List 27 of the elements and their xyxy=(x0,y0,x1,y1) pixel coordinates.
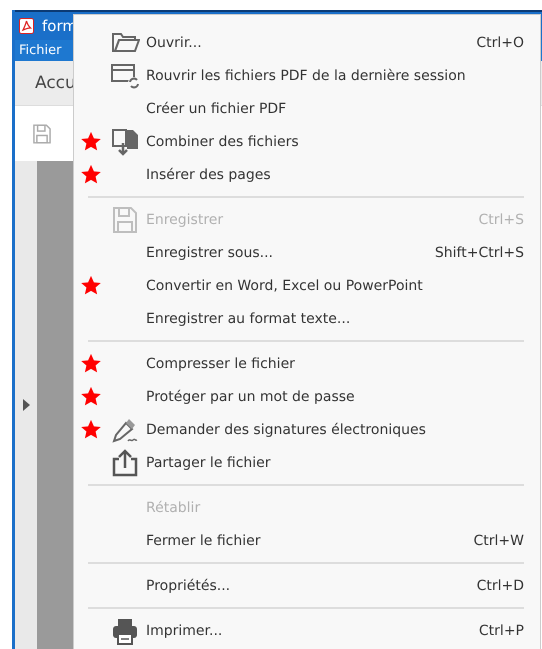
shortcut-label: Ctrl+O xyxy=(476,34,524,50)
shortcut-label: Ctrl+S xyxy=(478,212,524,228)
menu-item[interactable]: Ouvrir... Ctrl+O xyxy=(74,26,540,59)
share-icon xyxy=(110,448,140,478)
menu-item[interactable]: Convertir en Word, Excel ou PowerPoint xyxy=(74,269,540,302)
pdf-app-icon xyxy=(19,18,34,34)
shortcut-label: Ctrl+W xyxy=(474,532,524,548)
menu-item[interactable]: Partager le fichier xyxy=(74,446,540,479)
shortcut-label: Ctrl+D xyxy=(476,578,524,594)
expand-arrow-icon[interactable] xyxy=(22,399,30,411)
menu-item[interactable]: Demander des signatures électroniques xyxy=(74,413,540,446)
menu-item[interactable]: Enregistrer sous... Shift+Ctrl+S xyxy=(74,236,540,269)
save-icon xyxy=(110,204,140,234)
menu-item[interactable]: Compresser le fichier xyxy=(74,347,540,380)
shortcut-label: Ctrl+P xyxy=(478,622,524,638)
menubar-item[interactable]: Fichier xyxy=(19,43,62,58)
menu-item[interactable]: Fermer le fichier Ctrl+W xyxy=(74,524,540,557)
menu-item[interactable]: Propriétés... Ctrl+D xyxy=(74,569,540,602)
menu-item[interactable]: Protéger par un mot de passe xyxy=(74,380,540,413)
menu-item[interactable]: Enregistrer au format texte... xyxy=(74,302,540,335)
menu-item[interactable]: Créer un fichier PDF xyxy=(74,92,540,125)
menu-item[interactable]: Combiner des fichiers xyxy=(74,125,540,158)
menu-item[interactable]: Insérer des pages xyxy=(74,158,540,191)
menu-item[interactable]: Rouvrir les fichiers PDF de la dernière session xyxy=(74,59,540,92)
combine-files-icon xyxy=(110,126,140,156)
menu-item[interactable]: Imprimer... Ctrl+P xyxy=(74,614,540,647)
shortcut-label: Shift+Ctrl+S xyxy=(434,244,524,260)
